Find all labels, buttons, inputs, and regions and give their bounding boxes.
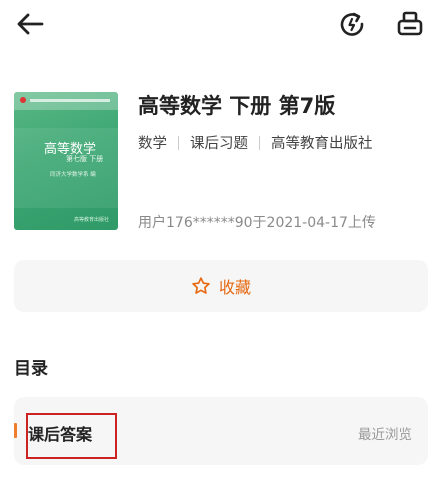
toc-item-label: 课后答案 xyxy=(28,425,93,444)
book-tags: 数学 课后习题 高等教育出版社 xyxy=(138,132,373,153)
book-title: 高等数学 下册 第7版 xyxy=(138,94,336,118)
tag-subject: 数学 xyxy=(138,136,167,152)
arrow-left-icon xyxy=(17,13,44,35)
refresh-icon xyxy=(340,12,364,36)
print-button[interactable] xyxy=(392,6,428,42)
toc-heading: 目录 xyxy=(14,359,48,379)
cover-publisher: 高等教育出版社 xyxy=(74,217,110,223)
toc-item-answers[interactable]: 课后答案 最近浏览 xyxy=(14,397,428,465)
book-cover: 高等数学 第七版 下册 同济大学数学系 编 高等教育出版社 xyxy=(14,92,118,230)
tag-divider xyxy=(259,135,260,150)
refresh-button[interactable] xyxy=(334,6,370,42)
favorite-button[interactable]: 收藏 xyxy=(14,260,428,312)
star-outline-icon xyxy=(192,277,210,294)
tag-type: 课后习题 xyxy=(190,136,248,152)
favorite-label: 收藏 xyxy=(218,278,251,297)
uploader-info: 用户176******90于2021-04-17上传 xyxy=(138,215,376,231)
recently-viewed-badge: 最近浏览 xyxy=(358,427,412,443)
toc-accent-bar xyxy=(14,423,17,438)
back-button[interactable] xyxy=(12,8,48,40)
print-icon xyxy=(397,11,423,36)
tag-divider xyxy=(178,135,179,150)
cover-banner xyxy=(30,99,110,102)
cover-edition: 第七版 下册 xyxy=(66,155,104,163)
cover-logo xyxy=(20,97,26,103)
tag-publisher: 高等教育出版社 xyxy=(271,136,373,152)
cover-author: 同济大学数学系 编 xyxy=(50,172,96,178)
